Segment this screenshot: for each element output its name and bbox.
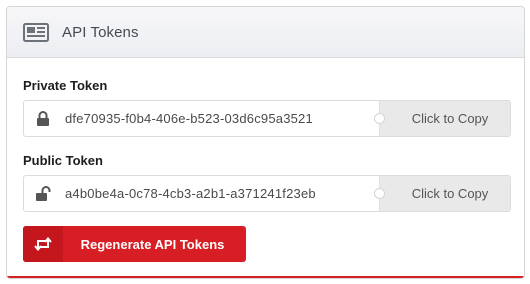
- retweet-icon: [23, 226, 63, 262]
- private-token-field: dfe70935-f0b4-406e-b523-03d6c95a3521 Cli…: [23, 100, 511, 137]
- copy-indicator-dot: [374, 113, 385, 124]
- panel-header: API Tokens: [7, 7, 524, 58]
- private-token-label: Private Token: [23, 78, 108, 93]
- public-copy-button[interactable]: Click to Copy: [374, 176, 510, 211]
- panel-title: API Tokens: [62, 23, 139, 41]
- public-token-label: Public Token: [23, 153, 103, 168]
- regenerate-tokens-button[interactable]: Regenerate API Tokens: [23, 226, 246, 262]
- private-token-value[interactable]: dfe70935-f0b4-406e-b523-03d6c95a3521: [65, 111, 379, 126]
- private-copy-button[interactable]: Click to Copy: [374, 101, 510, 136]
- regenerate-button-label: Regenerate API Tokens: [80, 236, 225, 252]
- api-tokens-panel: API Tokens Private Token dfe70935-f0b4-4…: [6, 6, 525, 279]
- public-token-field: a4b0be4a-0c78-4cb3-a2b1-a371241f23eb Cli…: [23, 175, 511, 212]
- copy-button-label: Click to Copy: [411, 186, 489, 201]
- copy-indicator-dot: [374, 188, 385, 199]
- newspaper-icon: [23, 22, 49, 42]
- public-token-value[interactable]: a4b0be4a-0c78-4cb3-a2b1-a371241f23eb: [65, 186, 379, 201]
- panel-bottom-accent: [7, 276, 524, 278]
- copy-button-label: Click to Copy: [411, 111, 489, 126]
- lock-open-icon: [35, 185, 51, 202]
- lock-closed-icon: [35, 110, 51, 127]
